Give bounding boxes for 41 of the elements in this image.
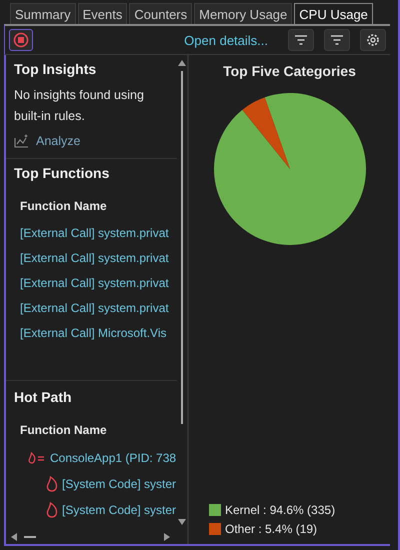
filter-button[interactable] xyxy=(324,29,350,51)
tree-item[interactable]: ConsoleApp1 (PID: 738 xyxy=(50,451,176,465)
flame-icon xyxy=(28,452,46,464)
open-details-link[interactable]: Open details... xyxy=(184,32,278,48)
section-title: Hot Path xyxy=(14,389,73,405)
vertical-scrollbar[interactable] xyxy=(177,59,187,526)
filter-icon xyxy=(330,34,344,46)
scroll-left-icon[interactable] xyxy=(10,532,18,542)
column-header: Function Name xyxy=(19,198,108,215)
function-row[interactable]: [External Call] system.privat xyxy=(14,246,177,271)
function-row[interactable]: [External Call] system.privat xyxy=(14,296,177,321)
tab[interactable]: Counters xyxy=(129,3,192,24)
tree-item[interactable]: [System Code] syster xyxy=(62,477,176,491)
analyze-button[interactable]: Analyze xyxy=(14,134,80,148)
scroll-right-icon[interactable] xyxy=(163,532,171,542)
insights-message: No insights found using built-in rules. xyxy=(14,87,145,125)
filter-icon xyxy=(294,34,308,46)
settings-button[interactable] xyxy=(360,29,386,51)
tree-item[interactable]: [System Code] syster xyxy=(62,503,176,517)
settings-icon xyxy=(366,33,380,47)
chart-title: Top Five Categories xyxy=(223,63,356,79)
function-row[interactable]: [External Call] system.privat xyxy=(14,271,177,296)
section-title: Top Functions xyxy=(14,165,110,181)
function-row[interactable]: [External Call] Microsoft.Vis xyxy=(14,321,177,346)
flame-icon xyxy=(46,476,58,492)
function-row[interactable]: [External Call] system.privat xyxy=(14,221,177,246)
tab[interactable]: Events xyxy=(78,3,128,24)
legend-label: Kernel : 94.6% (335) xyxy=(225,503,336,517)
tab[interactable]: Summary xyxy=(10,3,76,24)
tab[interactable]: CPU Usage xyxy=(294,3,373,24)
flame-icon xyxy=(46,502,58,518)
scroll-up-icon[interactable] xyxy=(177,59,187,67)
horizontal-scrollbar[interactable] xyxy=(10,532,171,542)
filter-button[interactable] xyxy=(288,29,314,51)
sparkle-chart-icon xyxy=(14,134,30,148)
section-title: Top Insights xyxy=(14,61,98,77)
scroll-down-icon[interactable] xyxy=(177,518,187,526)
legend-label: Other : 5.4% (19) xyxy=(225,522,318,536)
stop-button[interactable] xyxy=(9,29,33,51)
column-header: Function Name xyxy=(19,422,108,439)
tab[interactable]: Memory Usage xyxy=(194,3,292,24)
